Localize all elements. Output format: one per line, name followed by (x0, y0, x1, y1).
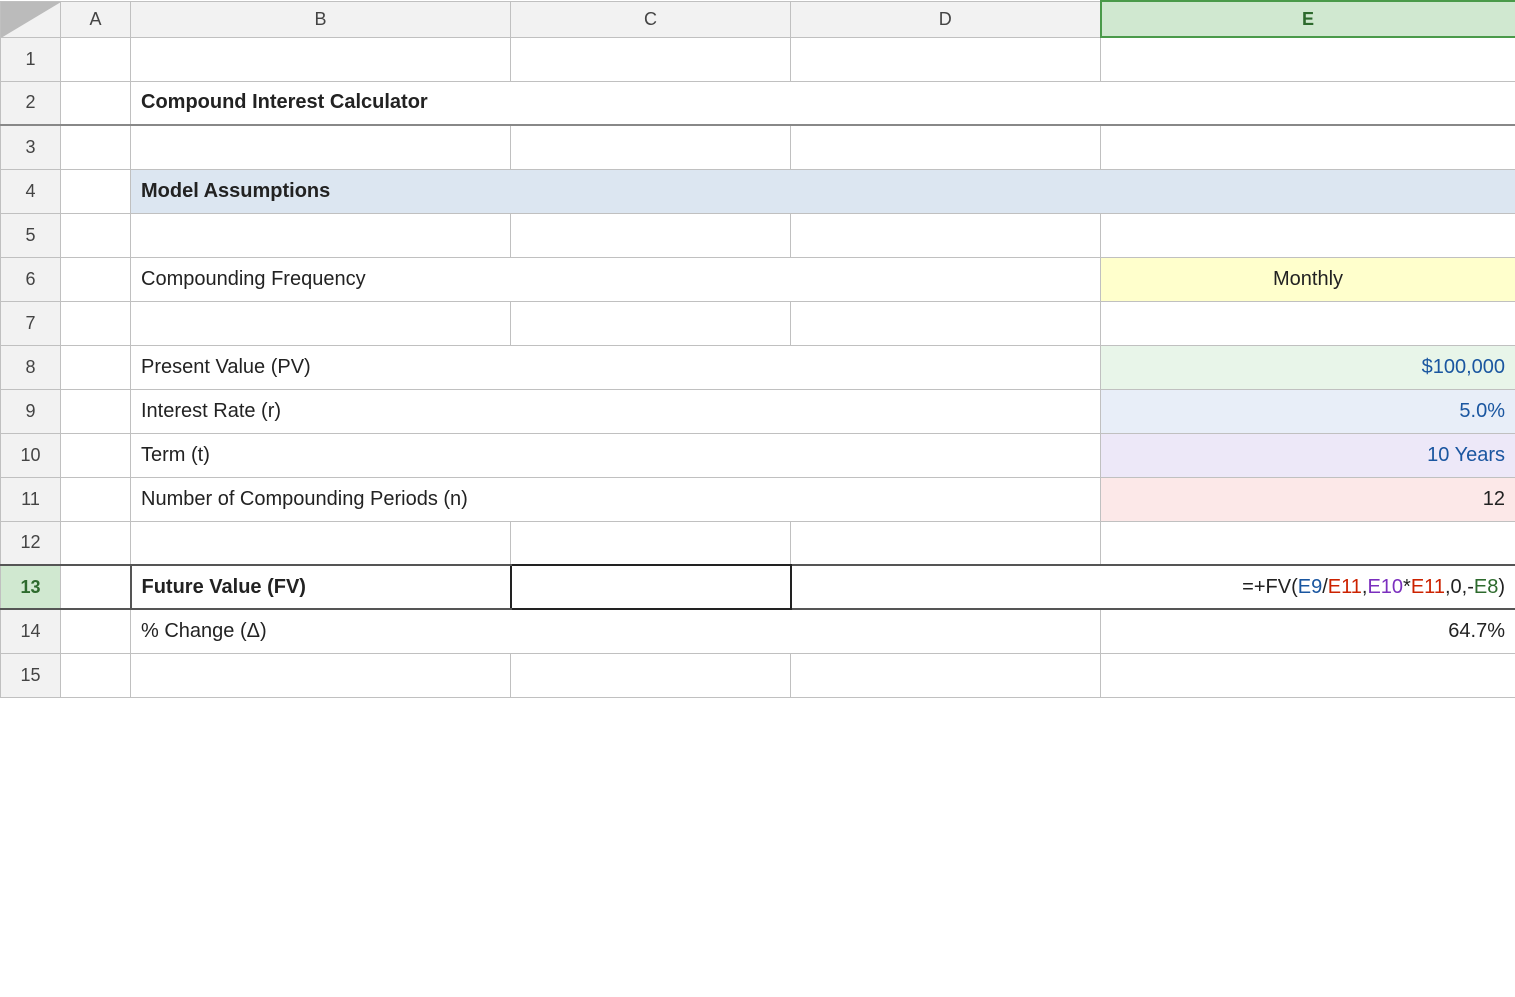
label-interest-rate: Interest Rate (r) (131, 389, 1101, 433)
row-num-12: 12 (1, 521, 61, 565)
cell-a5 (61, 213, 131, 257)
formula-e8: E8 (1474, 576, 1498, 598)
col-header-b: B (131, 1, 511, 37)
cell-e3 (1101, 125, 1515, 169)
cell-c12 (511, 521, 791, 565)
cell-d1 (791, 37, 1101, 81)
cell-b15 (131, 653, 511, 697)
spreadsheet-title: Compound Interest Calculator (131, 81, 1515, 125)
col-header-d: D (791, 1, 1101, 37)
cell-c15 (511, 653, 791, 697)
cell-b7 (131, 301, 511, 345)
row-num-11: 11 (1, 477, 61, 521)
col-header-e: E (1101, 1, 1515, 37)
formula-suffix: ,0,- (1445, 576, 1474, 598)
cell-pct-change-value: 64.7% (1101, 609, 1515, 653)
formula-e11-2: E11 (1411, 576, 1445, 598)
spreadsheet: A B C D E 1 2 Compound Interest Calculat… (0, 0, 1515, 698)
formula-e10: E10 (1367, 576, 1403, 598)
formula-close: ) (1498, 576, 1505, 598)
row-num-13: 13 (1, 565, 61, 609)
corner-cell (1, 1, 61, 37)
cell-c5 (511, 213, 791, 257)
label-compounding-periods: Number of Compounding Periods (n) (131, 477, 1101, 521)
cell-a11 (61, 477, 131, 521)
cell-a14 (61, 609, 131, 653)
cell-e5 (1101, 213, 1515, 257)
cell-d5 (791, 213, 1101, 257)
cell-term[interactable]: 10 Years (1101, 433, 1515, 477)
row-num-10: 10 (1, 433, 61, 477)
cell-a8 (61, 345, 131, 389)
row-num-2: 2 (1, 81, 61, 125)
formula-star: * (1403, 576, 1411, 598)
row-num-8: 8 (1, 345, 61, 389)
cell-c13 (511, 565, 791, 609)
row-num-5: 5 (1, 213, 61, 257)
cell-a10 (61, 433, 131, 477)
cell-a6 (61, 257, 131, 301)
cell-a15 (61, 653, 131, 697)
cell-c3 (511, 125, 791, 169)
cell-interest-rate[interactable]: 5.0% (1101, 389, 1515, 433)
label-pct-change: % Change (Δ) (131, 609, 1101, 653)
cell-e12 (1101, 521, 1515, 565)
row-num-1: 1 (1, 37, 61, 81)
row-num-4: 4 (1, 169, 61, 213)
cell-b5 (131, 213, 511, 257)
row-num-15: 15 (1, 653, 61, 697)
cell-a4 (61, 169, 131, 213)
formula-e9: E9 (1298, 576, 1322, 598)
label-compounding-frequency: Compounding Frequency (131, 257, 1101, 301)
label-term: Term (t) (131, 433, 1101, 477)
cell-d7 (791, 301, 1101, 345)
cell-a12 (61, 521, 131, 565)
cell-d3 (791, 125, 1101, 169)
col-header-c: C (511, 1, 791, 37)
formula-e11-1: E11 (1328, 576, 1362, 598)
row-num-14: 14 (1, 609, 61, 653)
cell-compounding-periods[interactable]: 12 (1101, 477, 1515, 521)
cell-monthly[interactable]: Monthly (1101, 257, 1515, 301)
cell-b3 (131, 125, 511, 169)
cell-b12 (131, 521, 511, 565)
cell-fv-formula: =+FV(E9/E11,E10*E11,0,-E8) (791, 565, 1515, 609)
cell-c7 (511, 301, 791, 345)
section-header: Model Assumptions (131, 169, 1515, 213)
cell-b1 (131, 37, 511, 81)
row-num-9: 9 (1, 389, 61, 433)
cell-a7 (61, 301, 131, 345)
cell-a2 (61, 81, 131, 125)
cell-present-value[interactable]: $100,000 (1101, 345, 1515, 389)
formula-prefix: =+FV( (1242, 576, 1298, 598)
row-num-6: 6 (1, 257, 61, 301)
cell-a13 (61, 565, 131, 609)
cell-e15 (1101, 653, 1515, 697)
row-num-7: 7 (1, 301, 61, 345)
cell-e1 (1101, 37, 1515, 81)
cell-d15 (791, 653, 1101, 697)
cell-a1 (61, 37, 131, 81)
cell-future-value-label: Future Value (FV) (131, 565, 511, 609)
cell-c1 (511, 37, 791, 81)
cell-e7 (1101, 301, 1515, 345)
col-header-a: A (61, 1, 131, 37)
cell-d12 (791, 521, 1101, 565)
row-num-3: 3 (1, 125, 61, 169)
cell-a3 (61, 125, 131, 169)
label-present-value: Present Value (PV) (131, 345, 1101, 389)
cell-a9 (61, 389, 131, 433)
